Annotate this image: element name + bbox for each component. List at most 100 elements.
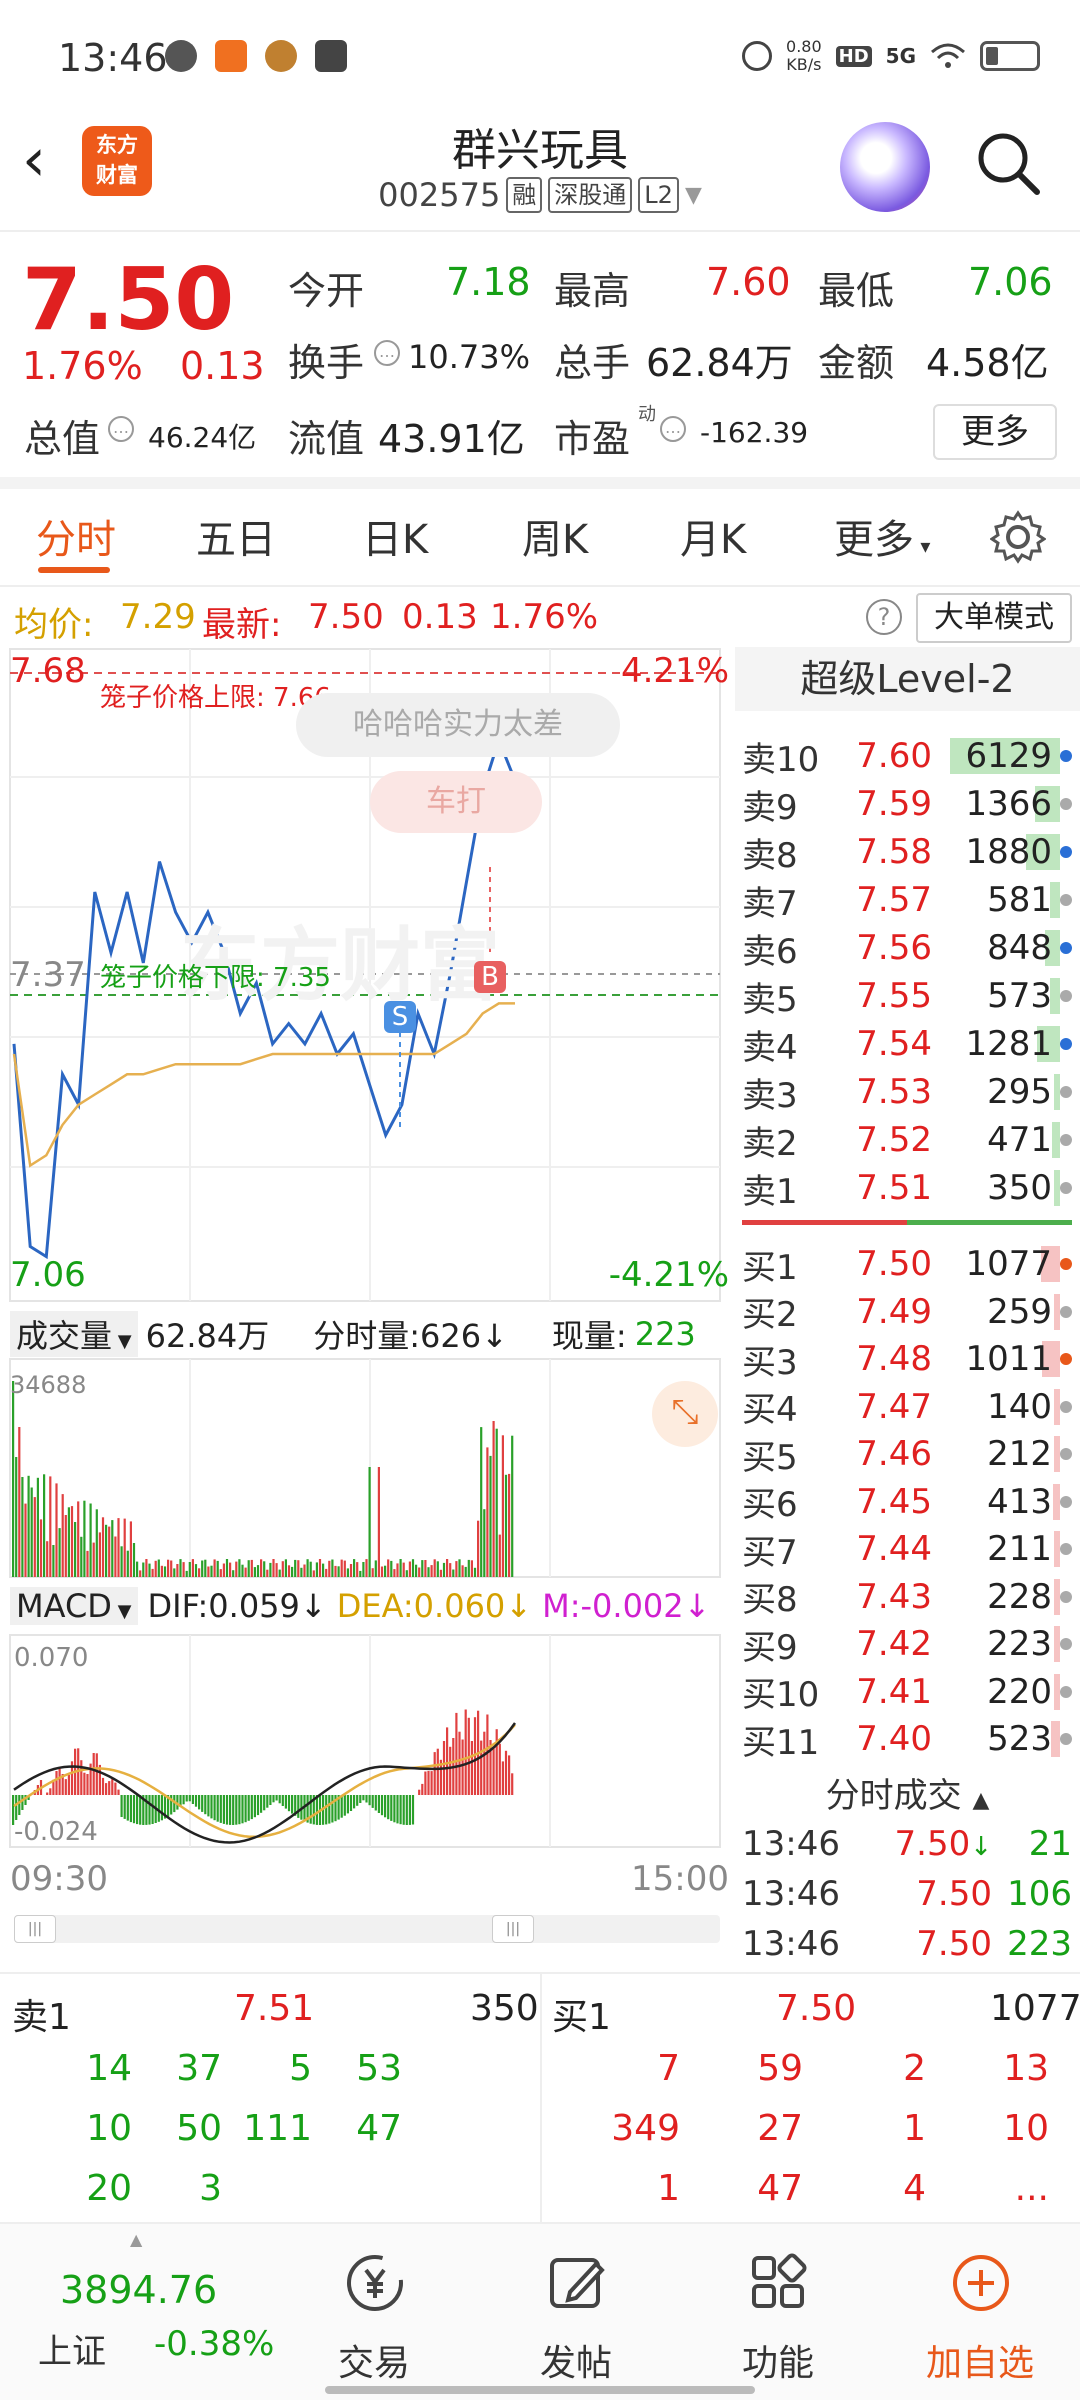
volume-bar <box>213 1559 216 1577</box>
volume-bar <box>318 1559 322 1577</box>
queue-bid-cell: 349 <box>611 2108 680 2149</box>
battery-icon <box>980 41 1040 71</box>
ask-row[interactable]: 卖8 7.58 1880 <box>742 828 1072 876</box>
volume-bar <box>185 1570 188 1577</box>
ask-qty: 573 <box>987 976 1052 1016</box>
more-quote-button[interactable]: 更多 <box>933 404 1057 460</box>
buy-marker[interactable]: B <box>474 961 506 993</box>
bid-row[interactable]: 买7 7.44 211 <box>742 1525 1072 1573</box>
gear-icon[interactable] <box>990 509 1046 565</box>
ask-row[interactable]: 卖4 7.54 1281 <box>742 1020 1072 1068</box>
bid-qty-bar <box>1053 1483 1060 1520</box>
info-icon[interactable]: … <box>108 416 134 442</box>
time-start-label: 09:30 <box>10 1859 108 1899</box>
bid-row[interactable]: 买3 7.48 1011 <box>742 1335 1072 1383</box>
index-value: 3894.76 <box>60 2268 218 2312</box>
tab-intraday[interactable]: 分时 <box>36 507 116 565</box>
macd-bar <box>235 1795 238 1825</box>
big-order-mode-button[interactable]: 大单模式 <box>916 593 1072 643</box>
bid-row[interactable]: 买10 7.41 220 <box>742 1668 1072 1716</box>
ask-row[interactable]: 卖7 7.57 581 <box>742 876 1072 924</box>
tab-daily-k[interactable]: 日K <box>362 507 428 565</box>
volume-bar <box>489 1455 492 1577</box>
volume-value: 62.84万 <box>646 341 793 385</box>
intraday-chart-area[interactable]: 7.68 4.21% 笼子价格上限: 7.66 哈哈哈实力太差 车打 东方财富 … <box>0 647 735 1972</box>
tab-weekly-k[interactable]: 周K <box>522 507 588 565</box>
scroll-handle-left[interactable]: ||| <box>14 1915 56 1943</box>
bid-row[interactable]: 买9 7.42 223 <box>742 1620 1072 1668</box>
ask-row[interactable]: 卖2 7.52 471 <box>742 1116 1072 1164</box>
macd-bar <box>384 1795 387 1818</box>
volume-bar <box>498 1534 501 1577</box>
top-pct-label: 4.21% <box>620 651 729 691</box>
assistant-robot-icon[interactable] <box>840 122 930 212</box>
volume-bar <box>129 1521 132 1577</box>
scroll-handle-right[interactable]: ||| <box>492 1915 534 1943</box>
volume-bar <box>98 1532 101 1577</box>
ask-row[interactable]: 卖5 7.55 573 <box>742 972 1072 1020</box>
volume-bar <box>346 1568 349 1577</box>
index-change: -0.38% <box>154 2324 275 2364</box>
volume-bar <box>232 1570 235 1577</box>
help-icon[interactable]: ? <box>866 599 902 635</box>
ask-row[interactable]: 卖1 7.51 350 <box>742 1164 1072 1212</box>
volume-bar <box>430 1565 433 1577</box>
ask-dot <box>1060 1038 1072 1050</box>
macd-bar <box>446 1727 449 1795</box>
bid-row[interactable]: 买1 7.50 1077 <box>742 1240 1072 1288</box>
current-price: 7.50 <box>22 250 235 350</box>
sell-marker[interactable]: S <box>384 1001 416 1033</box>
tab-five-day[interactable]: 五日 <box>196 507 276 565</box>
ask-qty: 848 <box>987 928 1052 968</box>
volume-bar <box>12 1381 15 1577</box>
tab-more[interactable]: 更多 ▾ <box>834 507 930 565</box>
home-indicator[interactable] <box>325 2386 755 2394</box>
macd-bar <box>241 1795 244 1824</box>
queue-ask-cell: 10 <box>86 2108 132 2149</box>
bid-dot <box>1060 1543 1072 1555</box>
index-ticker[interactable]: ▲ 3894.76 上证 -0.38% <box>0 2224 280 2400</box>
ask-row[interactable]: 卖9 7.59 1366 <box>742 780 1072 828</box>
bid-row[interactable]: 买8 7.43 228 <box>742 1573 1072 1621</box>
divider <box>0 477 1080 489</box>
ask-dot <box>1060 990 1072 1002</box>
bid-row[interactable]: 买4 7.47 140 <box>742 1383 1072 1431</box>
volume-bar <box>272 1559 275 1577</box>
ask-row[interactable]: 卖6 7.56 848 <box>742 924 1072 972</box>
info-icon[interactable]: … <box>374 340 400 366</box>
queue-bid-cell: ... <box>1014 2168 1049 2209</box>
ask-row[interactable]: 卖10 7.60 6129 <box>742 732 1072 780</box>
expand-icon[interactable]: ⤡ <box>652 1381 718 1447</box>
trades-title[interactable]: 分时成交 ▲ <box>735 1768 1080 1824</box>
macd-bar <box>92 1753 95 1795</box>
bid-row[interactable]: 买11 7.40 523 <box>742 1715 1072 1763</box>
volume-bar <box>309 1561 312 1577</box>
time-scrollbar[interactable]: ||| ||| <box>14 1915 720 1943</box>
macd-bar <box>287 1795 291 1812</box>
macd-bar <box>402 1795 405 1825</box>
bid-level-label: 买8 <box>742 1580 798 1620</box>
ask-row[interactable]: 卖3 7.53 295 <box>742 1068 1072 1116</box>
bid-row[interactable]: 买5 7.46 212 <box>742 1430 1072 1478</box>
current-volume-label: 现量: <box>551 1317 627 1355</box>
volume-bar <box>291 1566 294 1577</box>
volume-bar <box>145 1559 148 1577</box>
volume-selector[interactable]: 成交量 ▼ <box>10 1311 138 1357</box>
macd-selector[interactable]: MACD ▼ <box>10 1587 138 1625</box>
volume-bar <box>269 1562 272 1577</box>
bid-row[interactable]: 买2 7.49 259 <box>742 1288 1072 1336</box>
volume-bar <box>24 1503 27 1577</box>
grid-icon <box>752 2253 807 2308</box>
volume-bar <box>101 1517 105 1577</box>
macd-bar <box>157 1795 160 1822</box>
macd-bar <box>229 1795 232 1825</box>
macd-bar <box>349 1795 353 1811</box>
search-icon[interactable] <box>975 130 1041 196</box>
float-value: 43.91亿 <box>378 417 525 461</box>
info-icon[interactable]: … <box>660 416 686 442</box>
high-value: 7.60 <box>706 260 791 304</box>
tab-monthly-k[interactable]: 月K <box>680 507 746 565</box>
ask-level-label: 卖5 <box>742 979 798 1020</box>
bid-row[interactable]: 买6 7.45 413 <box>742 1478 1072 1526</box>
level2-title[interactable]: 超级Level-2 <box>735 647 1080 711</box>
